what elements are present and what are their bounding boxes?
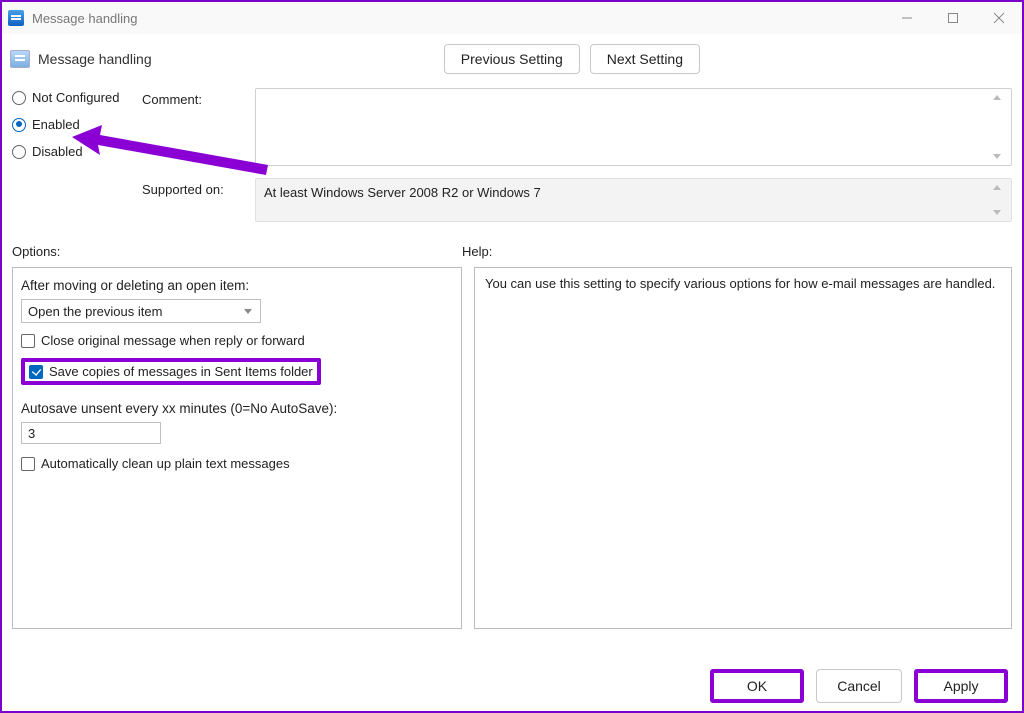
minimize-button[interactable] [884,2,930,34]
autosave-input[interactable]: 3 [21,422,161,444]
after-moving-value: Open the previous item [28,304,162,319]
scroll-up-icon[interactable] [993,185,1001,190]
radio-label: Disabled [32,144,83,159]
options-label: Options: [12,244,462,259]
chevron-down-icon [244,309,252,314]
help-pane: You can use this setting to specify vari… [474,267,1012,629]
highlight-ok: OK [710,669,804,703]
after-moving-select[interactable]: Open the previous item [21,299,261,323]
page-title: Message handling [38,51,152,67]
comment-label: Comment: [142,88,247,166]
app-icon [8,10,24,26]
policy-icon [10,50,30,68]
scroll-up-icon[interactable] [993,95,1001,100]
maximize-button[interactable] [930,2,976,34]
close-button[interactable] [976,2,1022,34]
apply-button[interactable]: Apply [918,673,1004,699]
ok-button[interactable]: OK [714,673,800,699]
checkbox-label: Save copies of messages in Sent Items fo… [49,364,313,379]
scroll-down-icon[interactable] [993,154,1001,159]
checkbox-label: Automatically clean up plain text messag… [41,456,290,471]
footer-buttons: OK Cancel Apply [710,669,1008,703]
previous-setting-button[interactable]: Previous Setting [444,44,580,74]
after-moving-label: After moving or deleting an open item: [21,278,453,293]
radio-icon [12,145,26,159]
checkbox-save-copies[interactable]: Save copies of messages in Sent Items fo… [29,364,313,379]
supported-on-box: At least Windows Server 2008 R2 or Windo… [255,178,1012,222]
title-bar: Message handling [2,2,1022,34]
radio-disabled[interactable]: Disabled [12,144,142,159]
checkbox-icon [21,334,35,348]
highlight-apply: Apply [914,669,1008,703]
help-label: Help: [462,244,492,259]
radio-enabled[interactable]: Enabled [12,117,142,132]
radio-label: Enabled [32,117,80,132]
checkbox-close-original[interactable]: Close original message when reply or for… [21,333,453,348]
config-area: Not Configured Enabled Disabled Comment:… [2,82,1022,230]
options-pane: After moving or deleting an open item: O… [12,267,462,629]
radio-icon [12,91,26,105]
checkbox-icon [21,457,35,471]
scroll-down-icon[interactable] [993,210,1001,215]
radio-not-configured[interactable]: Not Configured [12,90,142,105]
supported-on-label: Supported on: [142,178,247,222]
next-setting-button[interactable]: Next Setting [590,44,700,74]
help-text: You can use this setting to specify vari… [485,276,1001,291]
checkbox-icon [29,365,43,379]
checkbox-label: Close original message when reply or for… [41,333,305,348]
radio-label: Not Configured [32,90,119,105]
comment-input[interactable] [255,88,1012,166]
autosave-value: 3 [28,426,35,441]
window-controls [884,2,1022,34]
cancel-button[interactable]: Cancel [816,669,902,703]
checkbox-auto-cleanup[interactable]: Automatically clean up plain text messag… [21,456,453,471]
autosave-label: Autosave unsent every xx minutes (0=No A… [21,401,453,416]
highlight-save-copies: Save copies of messages in Sent Items fo… [21,358,321,385]
supported-on-value: At least Windows Server 2008 R2 or Windo… [264,185,541,200]
window-title: Message handling [32,11,138,26]
header-row: Message handling Previous Setting Next S… [2,34,1022,82]
radio-icon [12,118,26,132]
